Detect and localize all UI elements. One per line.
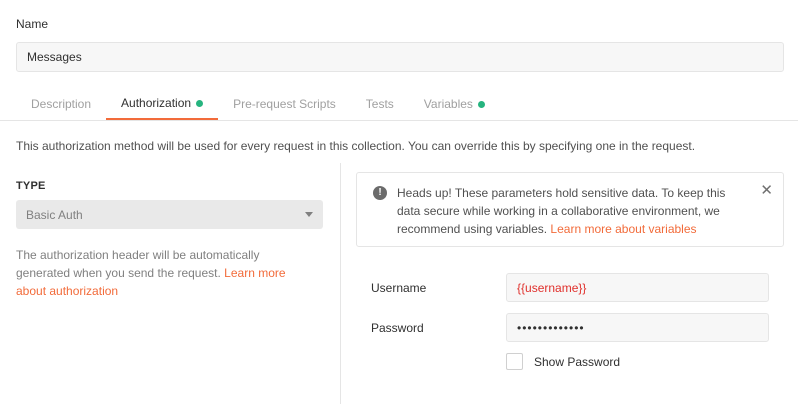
- password-label: Password: [371, 321, 424, 335]
- name-input[interactable]: [16, 42, 784, 72]
- show-password-label: Show Password: [534, 354, 621, 369]
- tab-description[interactable]: Description: [16, 88, 106, 120]
- password-input[interactable]: [506, 313, 769, 342]
- username-label: Username: [371, 281, 427, 295]
- learn-more-variables-link[interactable]: Learn more about variables: [550, 222, 696, 236]
- tab-authorization[interactable]: Authorization: [106, 88, 219, 120]
- show-password-checkbox[interactable]: [506, 353, 523, 370]
- auth-type-panel: TYPE Basic Auth The authorization header…: [16, 170, 323, 300]
- auth-description-text: The authorization header will be automat…: [16, 248, 260, 280]
- status-dot-icon: [477, 100, 485, 108]
- tab-label: Variables: [423, 97, 473, 111]
- username-input[interactable]: [506, 273, 769, 302]
- panel-divider: [340, 163, 341, 404]
- chevron-down-icon: [305, 212, 313, 217]
- auth-type-select[interactable]: Basic Auth: [16, 200, 323, 229]
- tab-pre-request-scripts[interactable]: Pre-request Scripts: [218, 88, 351, 120]
- status-dot-icon: [196, 99, 204, 107]
- auth-description: The authorization header will be automat…: [16, 246, 316, 300]
- auth-type-value: Basic Auth: [26, 207, 83, 222]
- show-password-toggle[interactable]: Show Password: [506, 353, 620, 370]
- sensitive-data-alert: ! Heads up! These parameters hold sensit…: [356, 172, 784, 247]
- tab-label: Description: [31, 97, 92, 111]
- name-label: Name: [16, 17, 49, 31]
- tab-label: Pre-request Scripts: [233, 97, 336, 111]
- tab-tests[interactable]: Tests: [351, 88, 409, 120]
- intro-text: This authorization method will be used f…: [16, 139, 696, 153]
- alert-circle-icon: !: [373, 186, 387, 200]
- tab-bar: Description Authorization Pre-request Sc…: [16, 88, 500, 120]
- tab-label: Authorization: [121, 96, 192, 110]
- alert-text: Heads up! These parameters hold sensitiv…: [397, 184, 747, 238]
- tabs-divider: [0, 120, 798, 121]
- close-icon[interactable]: ✕: [760, 183, 773, 199]
- tab-variables[interactable]: Variables: [409, 88, 500, 120]
- type-label: TYPE: [16, 180, 46, 192]
- tab-label: Tests: [365, 97, 394, 111]
